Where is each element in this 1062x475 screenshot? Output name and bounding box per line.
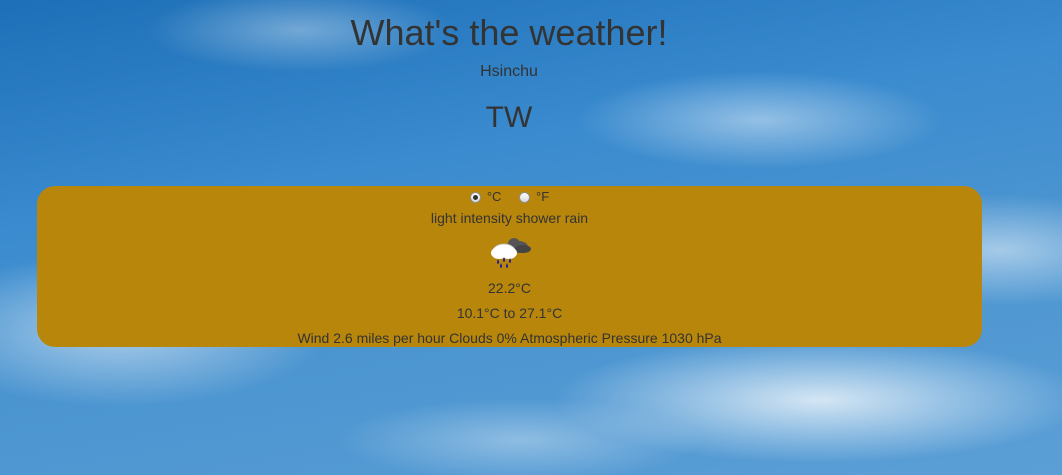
fahrenheit-label[interactable]: °F [536, 189, 549, 204]
current-temperature: 22.2°C [488, 280, 531, 296]
weather-details: Wind 2.6 miles per hour Clouds 0% Atmosp… [297, 330, 722, 346]
shower-rain-icon [487, 234, 533, 270]
fahrenheit-radio[interactable] [519, 192, 531, 203]
country-code: TW [485, 101, 533, 134]
page-title: What's the weather! [350, 12, 668, 53]
weather-description: light intensity shower rain [430, 210, 589, 226]
unit-toggle: °C °F [37, 190, 982, 204]
weather-panel: °C °F light intensity shower rain 22.2°C… [37, 186, 982, 347]
temperature-range: 10.1°C to 27.1°C [456, 305, 563, 321]
celsius-label[interactable]: °C [487, 189, 502, 204]
celsius-radio[interactable] [469, 192, 481, 203]
city-name: Hsinchu [480, 63, 538, 80]
